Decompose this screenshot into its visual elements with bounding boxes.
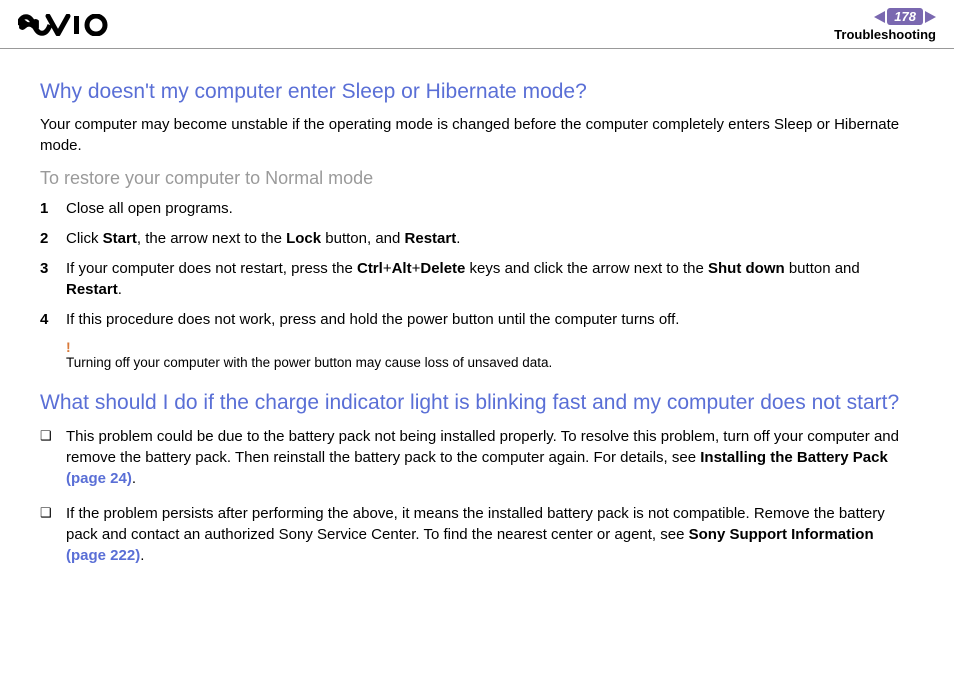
question-heading-1: Why doesn't my computer enter Sleep or H… (40, 79, 914, 105)
page-content: Why doesn't my computer enter Sleep or H… (0, 49, 954, 600)
sub-heading: To restore your computer to Normal mode (40, 168, 914, 189)
bullet-item: ❑ This problem could be due to the batte… (40, 426, 914, 489)
step-text: Close all open programs. (66, 199, 233, 219)
page-link[interactable]: (page 24) (66, 470, 132, 487)
step-item: If this procedure does not work, press a… (40, 310, 914, 330)
next-page-arrow[interactable] (925, 11, 936, 23)
step-item: Close all open programs. (40, 199, 914, 219)
bullet-text: This problem could be due to the battery… (66, 426, 914, 489)
intro-paragraph: Your computer may become unstable if the… (40, 115, 914, 156)
warning-icon: ! (66, 340, 914, 354)
step-text: Click Start, the arrow next to the Lock … (66, 229, 460, 249)
step-list: Close all open programs. Click Start, th… (40, 199, 914, 330)
warning-text: Turning off your computer with the power… (66, 354, 914, 372)
page-nav: 178 (874, 8, 936, 25)
warning-note: ! Turning off your computer with the pow… (66, 340, 914, 372)
step-item: If your computer does not restart, press… (40, 259, 914, 300)
vaio-logo (18, 8, 114, 36)
header-right: 178 Troubleshooting (834, 8, 936, 42)
section-label: Troubleshooting (834, 27, 936, 42)
step-item: Click Start, the arrow next to the Lock … (40, 229, 914, 249)
page-link[interactable]: (page 222) (66, 547, 140, 564)
bullet-item: ❑ If the problem persists after performi… (40, 503, 914, 566)
page-header: 178 Troubleshooting (0, 0, 954, 49)
question-heading-2: What should I do if the charge indicator… (40, 390, 914, 416)
bullet-marker: ❑ (40, 426, 66, 489)
bullet-marker: ❑ (40, 503, 66, 566)
prev-page-arrow[interactable] (874, 11, 885, 23)
bullet-text: If the problem persists after performing… (66, 503, 914, 566)
step-text: If this procedure does not work, press a… (66, 310, 679, 330)
page-number: 178 (887, 8, 923, 25)
bullet-list: ❑ This problem could be due to the batte… (40, 426, 914, 566)
step-text: If your computer does not restart, press… (66, 259, 914, 300)
